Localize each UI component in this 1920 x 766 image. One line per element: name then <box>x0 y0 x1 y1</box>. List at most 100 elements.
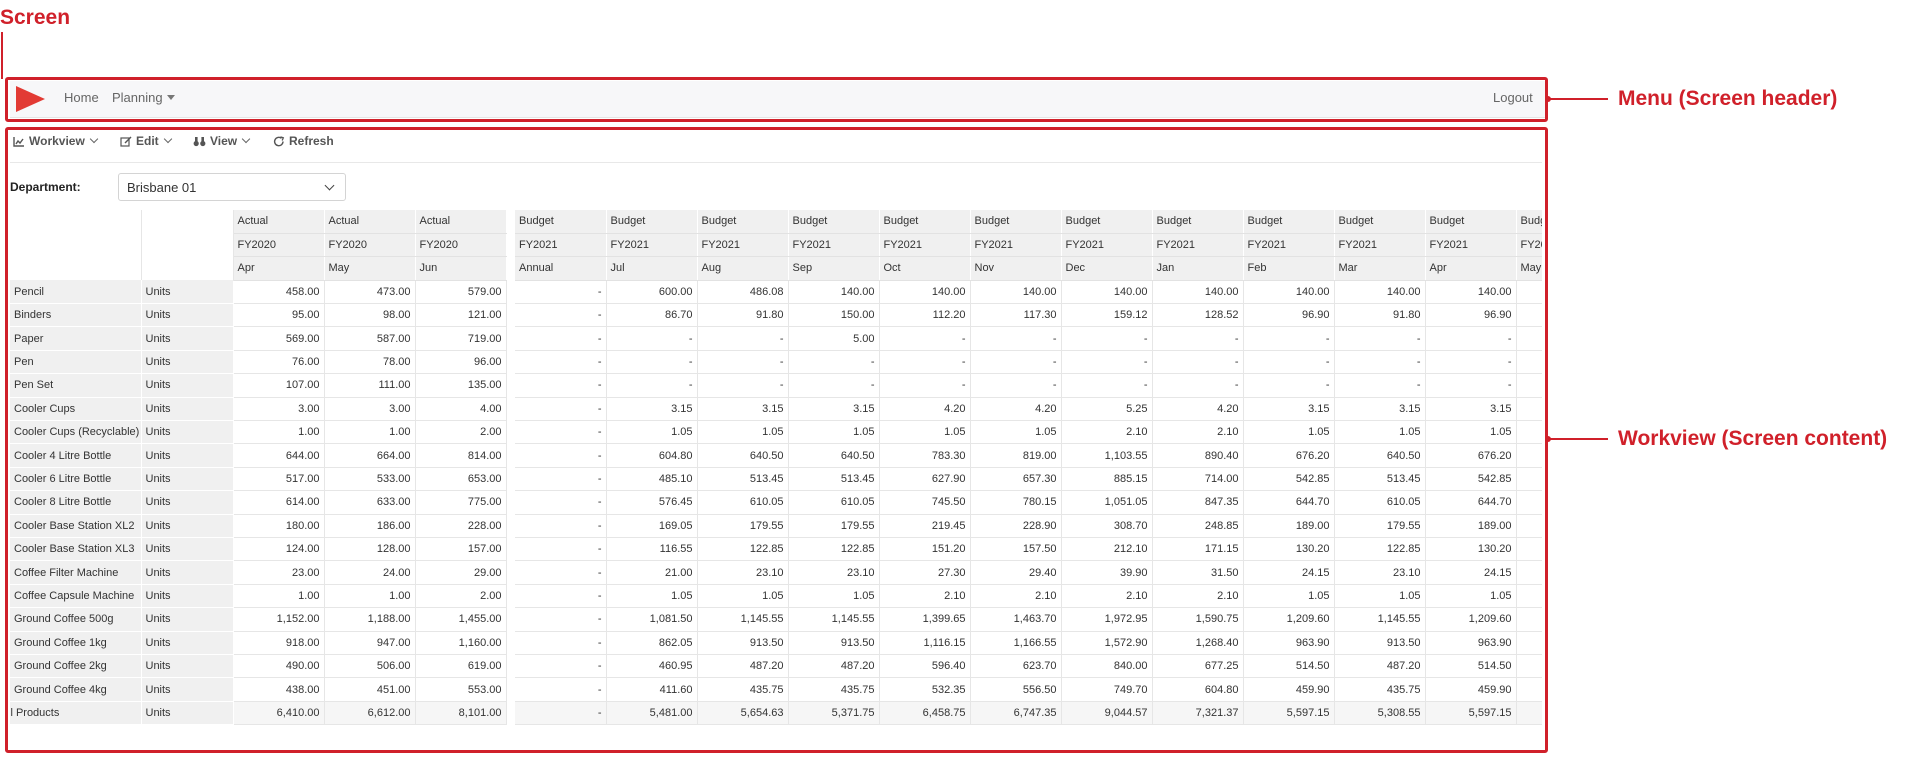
data-cell[interactable]: - <box>515 560 607 585</box>
data-cell[interactable]: 1,268.40 <box>1152 631 1244 655</box>
data-cell[interactable]: 1.05 <box>1243 584 1335 609</box>
data-cell[interactable]: 542.85 <box>1425 467 1517 492</box>
data-cell[interactable]: 8,101.00 <box>415 701 507 726</box>
data-cell[interactable]: 2.10 <box>879 584 971 609</box>
data-cell[interactable]: 1.05 <box>879 420 971 445</box>
data-cell[interactable]: - <box>515 631 607 655</box>
data-cell[interactable]: 676.20 <box>1243 443 1335 468</box>
data-cell[interactable]: 1,455.00 <box>415 607 507 632</box>
data-cell[interactable]: 847.35 <box>1152 490 1244 515</box>
data-cell[interactable]: 1,145.55 <box>788 607 880 632</box>
data-cell[interactable]: 6,612.00 <box>324 701 416 726</box>
data-cell[interactable]: 517.00 <box>233 467 325 492</box>
data-cell[interactable]: 3.15 <box>697 397 789 422</box>
data-cell[interactable]: 513.45 <box>697 467 789 492</box>
workview-menu-button[interactable]: Workview <box>13 134 99 148</box>
data-cell[interactable]: 514.50 <box>1243 654 1335 679</box>
data-cell[interactable]: 1.05 <box>1243 420 1335 445</box>
data-cell[interactable]: - <box>697 326 789 351</box>
data-cell[interactable]: 5,481.00 <box>606 701 698 726</box>
data-cell[interactable]: 24.15 <box>1243 560 1335 585</box>
data-cell[interactable]: 576.45 <box>606 490 698 515</box>
data-cell[interactable]: 121.00 <box>415 303 507 328</box>
data-cell[interactable]: 3.00 <box>324 397 416 422</box>
data-cell[interactable]: 159.12 <box>1061 303 1153 328</box>
data-cell[interactable]: 411.60 <box>606 677 698 702</box>
data-cell[interactable]: 913.50 <box>788 631 880 655</box>
data-cell[interactable] <box>1516 350 1542 375</box>
data-cell[interactable] <box>1516 280 1542 305</box>
data-cell[interactable]: - <box>515 490 607 515</box>
data-cell[interactable]: 29.40 <box>970 560 1062 585</box>
data-cell[interactable] <box>1516 514 1542 538</box>
data-cell[interactable]: 135.00 <box>415 373 507 398</box>
data-cell[interactable]: 1.05 <box>970 420 1062 445</box>
data-cell[interactable]: 579.00 <box>415 280 507 305</box>
data-cell[interactable]: 553.00 <box>415 677 507 702</box>
data-cell[interactable]: - <box>515 607 607 632</box>
data-cell[interactable]: 664.00 <box>324 443 416 468</box>
app-logo-play-icon[interactable] <box>14 84 46 114</box>
data-cell[interactable]: 3.15 <box>1334 397 1426 422</box>
data-cell[interactable]: 963.90 <box>1243 631 1335 655</box>
data-cell[interactable]: 212.10 <box>1061 537 1153 562</box>
data-cell[interactable] <box>1516 560 1542 585</box>
data-cell[interactable]: 473.00 <box>324 280 416 305</box>
data-cell[interactable]: 128.00 <box>324 537 416 562</box>
data-cell[interactable] <box>1516 397 1542 422</box>
data-cell[interactable]: 86.70 <box>606 303 698 328</box>
data-cell[interactable]: - <box>970 326 1062 351</box>
data-cell[interactable]: 2.10 <box>1152 584 1244 609</box>
data-cell[interactable]: 21.00 <box>606 560 698 585</box>
data-cell[interactable]: 39.90 <box>1061 560 1153 585</box>
data-cell[interactable]: 9,044.57 <box>1061 701 1153 726</box>
data-cell[interactable]: 107.00 <box>233 373 325 398</box>
data-cell[interactable]: - <box>515 303 607 328</box>
data-cell[interactable]: 219.45 <box>879 514 971 538</box>
data-cell[interactable]: 140.00 <box>1243 280 1335 305</box>
data-cell[interactable]: 4.20 <box>970 397 1062 422</box>
data-cell[interactable]: 228.00 <box>415 514 507 538</box>
data-cell[interactable]: 587.00 <box>324 326 416 351</box>
data-cell[interactable]: 189.00 <box>1243 514 1335 538</box>
data-cell[interactable]: 486.08 <box>697 280 789 305</box>
data-cell[interactable]: 140.00 <box>970 280 1062 305</box>
data-cell[interactable]: 1,572.90 <box>1061 631 1153 655</box>
data-cell[interactable]: 1.05 <box>606 584 698 609</box>
data-cell[interactable] <box>1516 490 1542 515</box>
data-cell[interactable]: 76.00 <box>233 350 325 375</box>
data-cell[interactable]: - <box>788 350 880 375</box>
data-cell[interactable]: - <box>879 326 971 351</box>
data-cell[interactable] <box>1516 443 1542 468</box>
data-cell[interactable]: 228.90 <box>970 514 1062 538</box>
data-cell[interactable]: 1,116.15 <box>879 631 971 655</box>
data-cell[interactable] <box>1516 326 1542 351</box>
data-cell[interactable]: 186.00 <box>324 514 416 538</box>
data-cell[interactable]: 569.00 <box>233 326 325 351</box>
data-cell[interactable]: - <box>515 420 607 445</box>
data-cell[interactable]: 653.00 <box>415 467 507 492</box>
data-cell[interactable]: 458.00 <box>233 280 325 305</box>
nav-logout[interactable]: Logout <box>1493 90 1533 105</box>
data-cell[interactable]: 6,747.35 <box>970 701 1062 726</box>
data-cell[interactable]: 1.05 <box>1334 420 1426 445</box>
data-cell[interactable]: 3.00 <box>233 397 325 422</box>
data-cell[interactable]: 124.00 <box>233 537 325 562</box>
data-cell[interactable]: - <box>1425 350 1517 375</box>
data-cell[interactable]: - <box>1152 350 1244 375</box>
data-cell[interactable]: 96.90 <box>1425 303 1517 328</box>
data-cell[interactable]: 514.50 <box>1425 654 1517 679</box>
data-cell[interactable]: - <box>1243 373 1335 398</box>
data-cell[interactable]: 151.20 <box>879 537 971 562</box>
data-cell[interactable]: 6,458.75 <box>879 701 971 726</box>
data-cell[interactable]: 5,371.75 <box>788 701 880 726</box>
data-cell[interactable]: 3.15 <box>606 397 698 422</box>
data-cell[interactable]: 140.00 <box>879 280 971 305</box>
data-cell[interactable]: 23.10 <box>1334 560 1426 585</box>
data-cell[interactable]: 1.05 <box>697 584 789 609</box>
data-cell[interactable] <box>1516 584 1542 609</box>
data-cell[interactable]: 5,308.55 <box>1334 701 1426 726</box>
data-cell[interactable]: - <box>515 514 607 538</box>
data-cell[interactable]: 2.10 <box>1152 420 1244 445</box>
data-cell[interactable] <box>1516 701 1542 726</box>
